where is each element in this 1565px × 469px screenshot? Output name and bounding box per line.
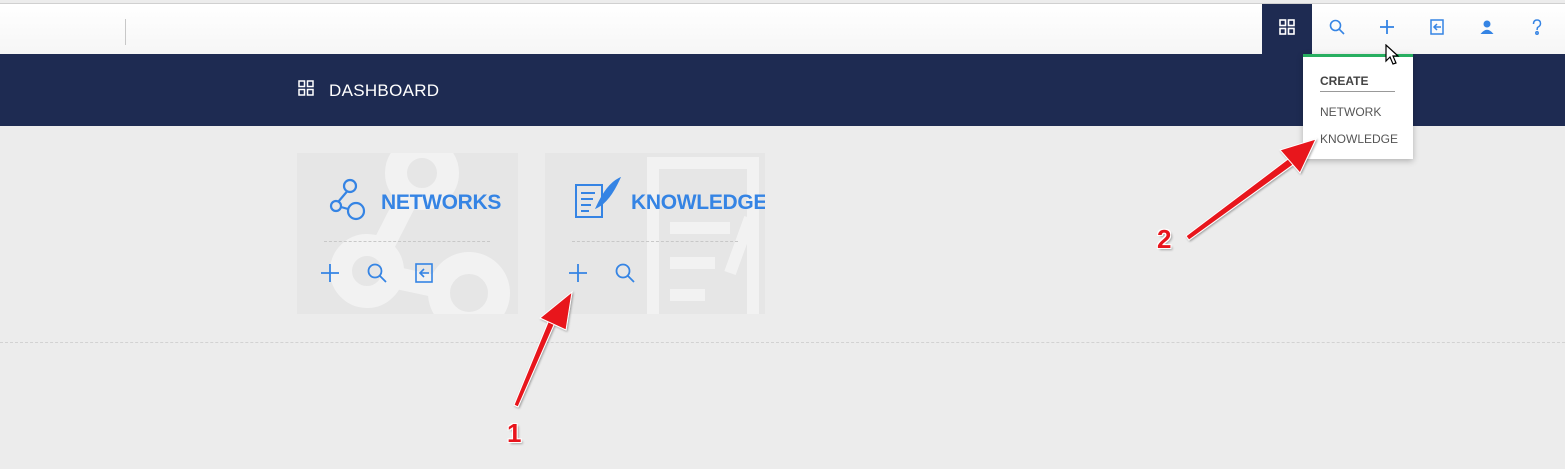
create-dropdown-menu: CREATE NETWORK KNOWLEDGE [1303, 54, 1413, 159]
search-knowledge-button[interactable] [614, 262, 636, 289]
knowledge-title: KNOWLEDGE [631, 190, 765, 214]
add-icon [567, 262, 589, 289]
network-icon [325, 177, 371, 228]
add-icon [319, 262, 341, 289]
networks-actions [319, 262, 435, 289]
dashboard-button[interactable] [1262, 4, 1312, 55]
create-knowledge-button[interactable] [567, 262, 589, 289]
help-button[interactable] [1512, 4, 1562, 55]
top-icon-bar [1262, 4, 1562, 55]
create-menu-header: CREATE [1320, 74, 1395, 92]
knowledge-icon [573, 176, 622, 228]
create-network-button[interactable] [319, 262, 341, 289]
search-networks-button[interactable] [366, 262, 388, 289]
card-divider [324, 241, 490, 242]
knowledge-card-header: KNOWLEDGE [573, 176, 765, 228]
topbar-divider [125, 19, 126, 45]
search-icon [1328, 18, 1346, 41]
search-button[interactable] [1312, 4, 1362, 55]
menu-item-network[interactable]: NETWORK [1320, 105, 1381, 119]
arrow-2 [1185, 138, 1317, 241]
help-icon [1528, 18, 1546, 41]
import-icon [413, 262, 435, 289]
top-bar [0, 3, 1565, 55]
import-button[interactable] [1412, 4, 1462, 55]
user-icon [1478, 18, 1496, 41]
networks-card-header: NETWORKS [325, 177, 501, 228]
dashboard-icon [1278, 18, 1296, 41]
menu-item-knowledge[interactable]: KNOWLEDGE [1320, 132, 1398, 146]
page-title: DASHBOARD [329, 80, 440, 100]
search-icon [366, 262, 388, 289]
import-network-button[interactable] [413, 262, 435, 289]
page-title-wrap: DASHBOARD [297, 79, 439, 102]
add-icon [1378, 18, 1396, 41]
annotation-number-1: 1 [507, 418, 522, 448]
dashboard-icon [297, 79, 315, 102]
user-button[interactable] [1462, 4, 1512, 55]
section-divider [0, 342, 1565, 343]
networks-title: NETWORKS [381, 190, 502, 214]
knowledge-actions [567, 262, 636, 289]
annotation-number-2: 2 [1157, 224, 1172, 254]
search-icon [614, 262, 636, 289]
mouse-cursor-icon [1385, 44, 1400, 65]
card-divider [572, 241, 738, 242]
knowledge-card: KNOWLEDGE [545, 153, 765, 314]
networks-card: NETWORKS [297, 153, 518, 314]
import-icon [1428, 18, 1446, 41]
